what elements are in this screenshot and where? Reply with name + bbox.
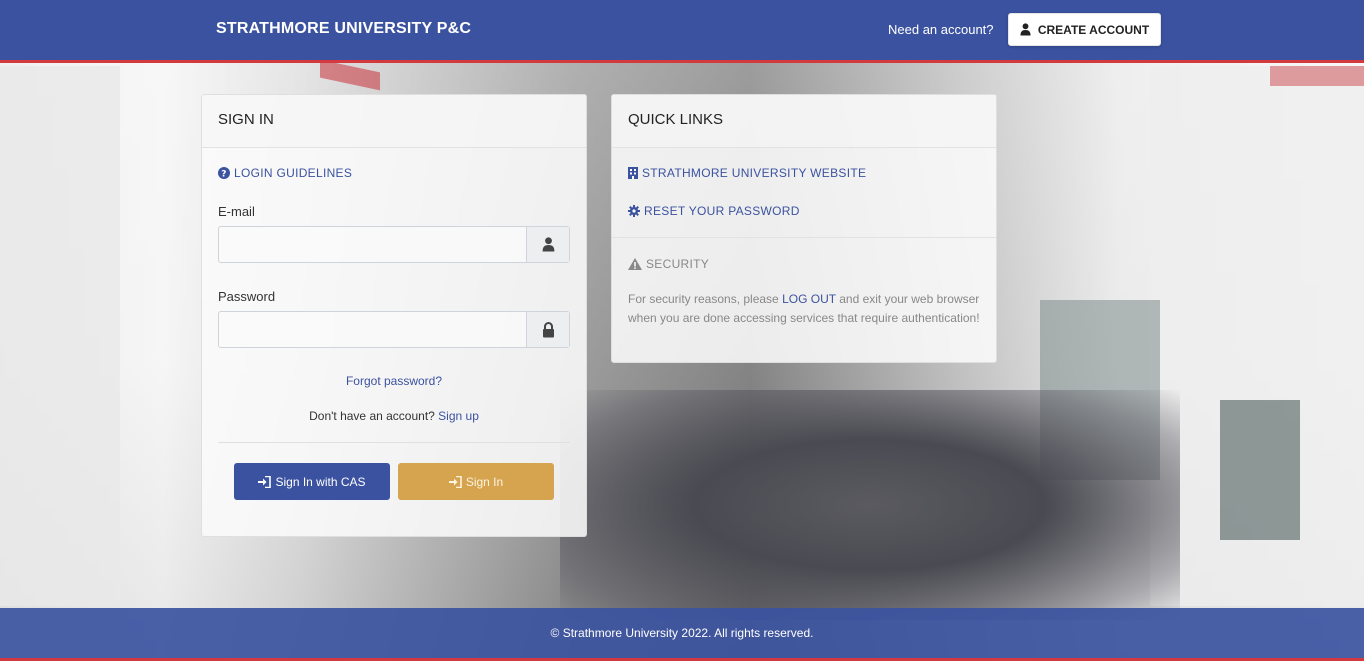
need-account-text: Need an account? (888, 22, 994, 37)
gear-icon (628, 205, 640, 217)
reset-password-label: RESET YOUR PASSWORD (644, 204, 800, 218)
email-field[interactable] (219, 227, 526, 262)
security-heading: SECURITY (628, 257, 709, 271)
sign-in-label: Sign In (465, 474, 504, 489)
security-text-before: For security reasons, please (628, 292, 779, 306)
signin-divider (218, 442, 570, 443)
university-website-link[interactable]: STRATHMORE UNIVERSITY WEBSITE (628, 166, 866, 180)
brand-title[interactable]: STRATHMORE UNIVERSITY P&C (216, 20, 471, 38)
sign-up-link[interactable]: Sign up (438, 409, 479, 423)
background-window-2 (1220, 400, 1300, 540)
login-guidelines-label: LOGIN GUIDELINES (234, 166, 353, 180)
lock-icon (542, 321, 554, 337)
quick-links-title: QUICK LINKS (612, 95, 996, 148)
security-message: For security reasons, please LOG OUT and… (628, 290, 980, 328)
warning-icon (628, 258, 642, 270)
background-crowd (560, 390, 1180, 620)
forgot-password-link[interactable]: Forgot password? (346, 374, 442, 388)
question-circle-icon: ? (218, 167, 230, 179)
user-icon (542, 237, 554, 252)
login-guidelines-link[interactable]: ? LOGIN GUIDELINES (218, 166, 352, 180)
svg-text:?: ? (221, 170, 227, 180)
quick-links-panel: QUICK LINKS STRATHMORE UNIVERSITY WEBSIT… (611, 94, 997, 363)
no-account-text: Don't have an account? (309, 409, 435, 423)
email-addon (526, 227, 569, 262)
reset-password-link[interactable]: RESET YOUR PASSWORD (628, 204, 800, 218)
logout-link[interactable]: LOG OUT (782, 292, 836, 306)
signin-panel-title: SIGN IN (202, 95, 586, 148)
top-navbar: STRATHMORE UNIVERSITY P&C Need an accoun… (0, 0, 1364, 63)
background-pillar-left (0, 66, 120, 606)
footer-copyright: © Strathmore University 2022. All rights… (550, 626, 814, 640)
password-label: Password (218, 289, 276, 304)
sign-in-cas-label: Sign In with CAS (275, 474, 366, 489)
create-account-button[interactable]: CREATE ACCOUNT (1008, 13, 1161, 46)
sign-in-icon (448, 475, 462, 488)
quick-links-divider (612, 237, 996, 238)
university-website-label: STRATHMORE UNIVERSITY WEBSITE (642, 166, 867, 180)
building-icon (628, 167, 638, 179)
create-account-label: CREATE ACCOUNT (1037, 22, 1150, 37)
forgot-password-row: Forgot password? (202, 374, 586, 388)
sign-in-button[interactable]: Sign In (398, 463, 554, 500)
signin-panel: SIGN IN ? LOGIN GUIDELINES E-mail Passwo… (201, 94, 587, 537)
email-label: E-mail (218, 204, 255, 219)
footer: © Strathmore University 2022. All rights… (0, 608, 1364, 661)
password-field[interactable] (219, 312, 526, 347)
email-input-group (218, 226, 570, 263)
sign-in-cas-button[interactable]: Sign In with CAS (234, 463, 390, 500)
no-account-row: Don't have an account? Sign up (202, 409, 586, 423)
sign-in-icon (258, 475, 272, 488)
background-red-accent-2 (1270, 66, 1364, 86)
security-title: SECURITY (646, 257, 710, 271)
user-icon (1020, 23, 1031, 36)
password-addon (526, 312, 569, 347)
password-input-group (218, 311, 570, 348)
